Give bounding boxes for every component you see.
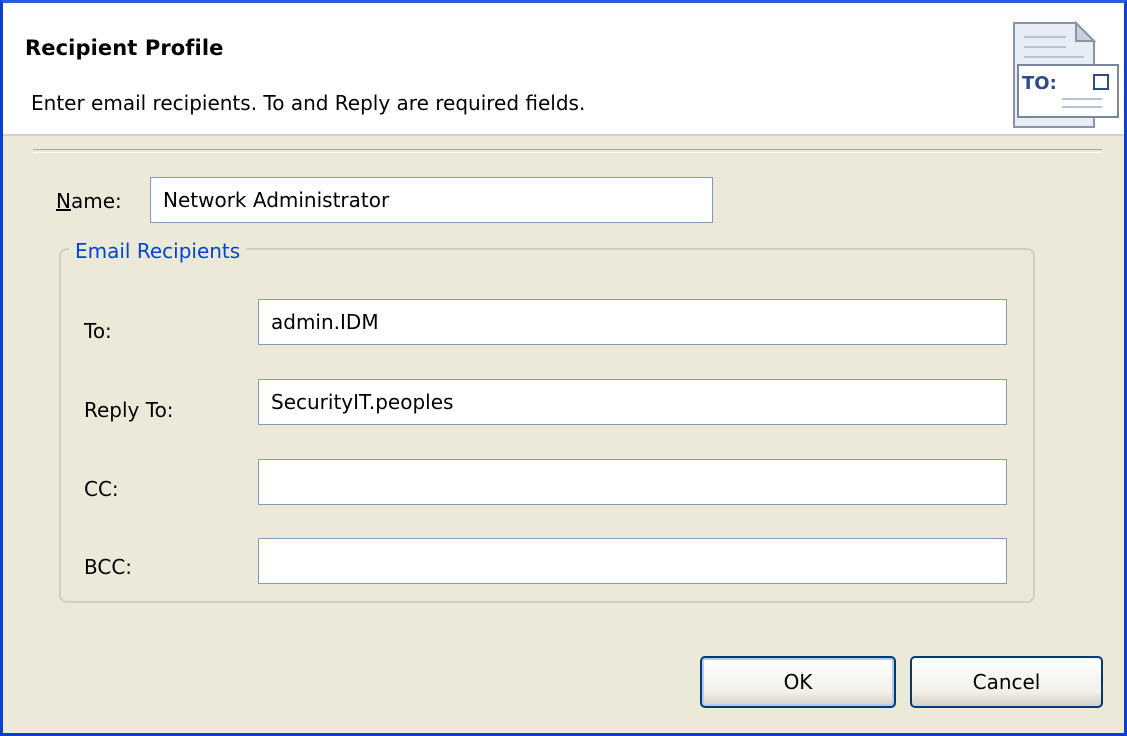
content-divider xyxy=(33,149,1102,153)
reply-to-input[interactable] xyxy=(258,379,1007,425)
cc-label: CC: xyxy=(84,477,119,501)
dialog-title: Recipient Profile xyxy=(25,36,224,60)
cc-input[interactable] xyxy=(258,459,1007,505)
name-label-mnemonic: N xyxy=(56,189,71,213)
name-label-rest: ame: xyxy=(70,189,122,213)
name-input[interactable] xyxy=(150,177,713,223)
to-input[interactable] xyxy=(258,299,1007,345)
bcc-label: BCC: xyxy=(84,555,133,579)
email-recipients-group-title: Email Recipients xyxy=(69,239,247,263)
dialog-header: Recipient Profile Enter email recipients… xyxy=(3,3,1124,134)
email-envelope-icon: TO: xyxy=(1013,21,1119,128)
email-icon-label: TO: xyxy=(1022,73,1057,94)
to-label: To: xyxy=(84,319,112,343)
recipient-profile-dialog: Recipient Profile Enter email recipients… xyxy=(0,0,1127,736)
cancel-button[interactable]: Cancel xyxy=(910,656,1103,708)
header-divider xyxy=(3,134,1124,136)
ok-button[interactable]: OK xyxy=(700,656,896,708)
dialog-description: Enter email recipients. To and Reply are… xyxy=(31,91,586,115)
name-label: Name: xyxy=(56,189,122,213)
reply-to-label: Reply To: xyxy=(84,398,174,422)
bcc-input[interactable] xyxy=(258,538,1007,584)
